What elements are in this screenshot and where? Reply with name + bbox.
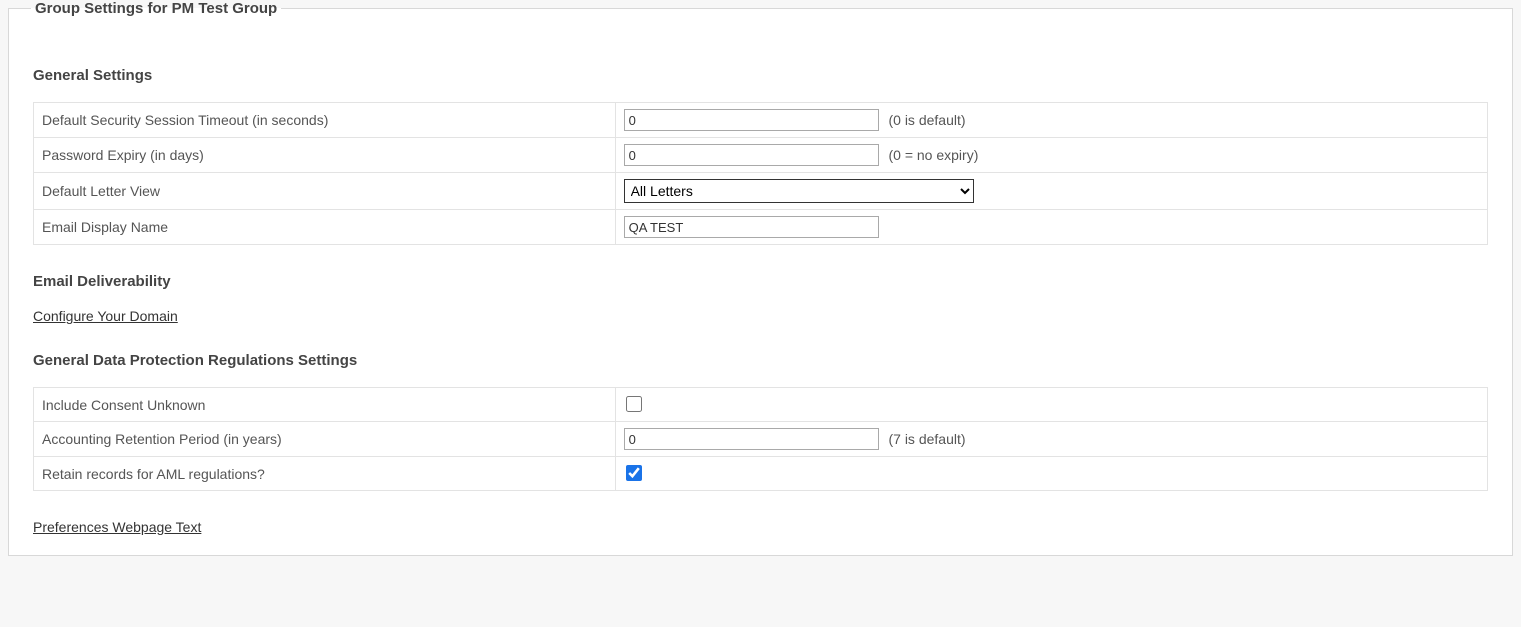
cell-retain-aml (615, 457, 1487, 491)
gdpr-settings-table: Include Consent Unknown Accounting Reten… (33, 387, 1488, 491)
hint-password-expiry: (0 = no expiry) (888, 147, 978, 163)
email-deliverability-heading: Email Deliverability (33, 273, 1488, 290)
row-accounting-retention: Accounting Retention Period (in years) (… (34, 422, 1488, 457)
configure-domain-link[interactable]: Configure Your Domain (33, 308, 178, 324)
checkbox-include-consent-unknown[interactable] (626, 396, 642, 412)
label-accounting-retention: Accounting Retention Period (in years) (34, 422, 616, 457)
label-default-letter-view: Default Letter View (34, 173, 616, 210)
label-retain-aml: Retain records for AML regulations? (34, 457, 616, 491)
general-settings-table: Default Security Session Timeout (in sec… (33, 102, 1488, 245)
label-session-timeout: Default Security Session Timeout (in sec… (34, 103, 616, 138)
cell-default-letter-view: All Letters (615, 173, 1487, 210)
cell-email-display-name (615, 210, 1487, 245)
cell-include-consent-unknown (615, 388, 1487, 422)
cell-session-timeout: (0 is default) (615, 103, 1487, 138)
row-email-display-name: Email Display Name (34, 210, 1488, 245)
row-password-expiry: Password Expiry (in days) (0 = no expiry… (34, 138, 1488, 173)
select-default-letter-view[interactable]: All Letters (624, 179, 974, 203)
row-session-timeout: Default Security Session Timeout (in sec… (34, 103, 1488, 138)
row-default-letter-view: Default Letter View All Letters (34, 173, 1488, 210)
cell-accounting-retention: (7 is default) (615, 422, 1487, 457)
input-email-display-name[interactable] (624, 216, 879, 238)
row-include-consent-unknown: Include Consent Unknown (34, 388, 1488, 422)
hint-session-timeout: (0 is default) (888, 112, 965, 128)
input-password-expiry[interactable] (624, 144, 879, 166)
input-session-timeout[interactable] (624, 109, 879, 131)
label-email-display-name: Email Display Name (34, 210, 616, 245)
general-settings-heading: General Settings (33, 67, 1488, 84)
cell-password-expiry: (0 = no expiry) (615, 138, 1487, 173)
preferences-webpage-text-link[interactable]: Preferences Webpage Text (33, 519, 201, 535)
gdpr-heading: General Data Protection Regulations Sett… (33, 352, 1488, 369)
input-accounting-retention[interactable] (624, 428, 879, 450)
panel-legend: Group Settings for PM Test Group (31, 0, 281, 17)
label-password-expiry: Password Expiry (in days) (34, 138, 616, 173)
row-retain-aml: Retain records for AML regulations? (34, 457, 1488, 491)
hint-accounting-retention: (7 is default) (888, 431, 965, 447)
checkbox-retain-aml[interactable] (626, 465, 642, 481)
label-include-consent-unknown: Include Consent Unknown (34, 388, 616, 422)
group-settings-panel: Group Settings for PM Test Group General… (8, 0, 1513, 556)
